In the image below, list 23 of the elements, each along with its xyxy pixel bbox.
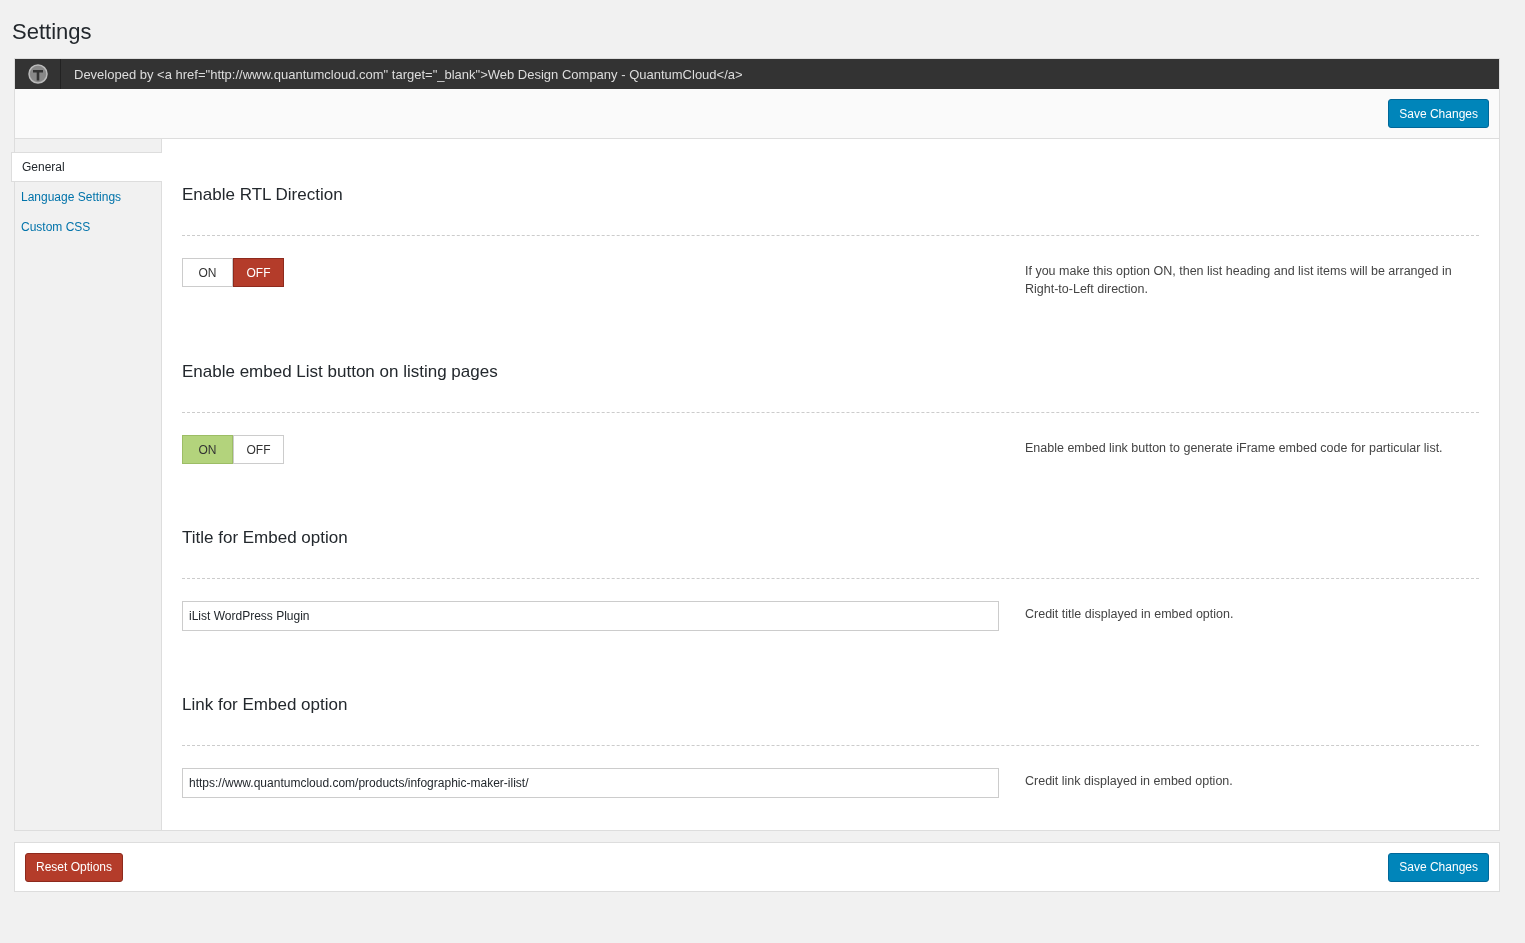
save-changes-button[interactable]: Save Changes (1388, 852, 1489, 882)
text-field[interactable]: https://www.quantumcloud.com/products/infographic-maker-ilist/ (182, 768, 999, 798)
toggle-option[interactable]: OFF (233, 258, 284, 287)
toggle-option[interactable]: ON (182, 435, 233, 464)
save-changes-button[interactable]: Save Changes (1388, 99, 1489, 128)
toggle-option[interactable]: OFF (233, 435, 284, 464)
section-heading: Enable RTL Direction (182, 184, 344, 206)
section-heading: Link for Embed option (182, 694, 349, 716)
sidebar-tab[interactable]: Custom CSS (11, 212, 162, 242)
developer-credit: Developed by <a href="http://www.quantumcloud.com" target="_blank">Web Design Company - QuantumCloud</a> (73, 66, 743, 82)
sidebar-tab[interactable]: Language Settings (11, 182, 162, 212)
text-field[interactable]: iList WordPress Plugin (182, 601, 999, 631)
section-heading: Title for Embed option (182, 527, 349, 549)
sidebar-tab[interactable]: General (11, 152, 162, 182)
option-description: Enable embed link button to generate iFrame embed code for particular list. (1025, 440, 1444, 457)
section-heading: Enable embed List button on listing pages (182, 361, 499, 383)
option-description: If you make this option ON, then list heading and list items will be arranged in Right-to-Left direction. (1025, 263, 1453, 298)
page-title: Settings (12, 18, 93, 46)
logo-icon (27, 64, 48, 84)
option-description: Credit link displayed in embed option. (1025, 773, 1234, 790)
toggle-option[interactable]: ON (182, 258, 233, 287)
option-description: Credit title displayed in embed option. (1025, 606, 1235, 623)
reset-options-button[interactable]: Reset Options (25, 852, 124, 882)
